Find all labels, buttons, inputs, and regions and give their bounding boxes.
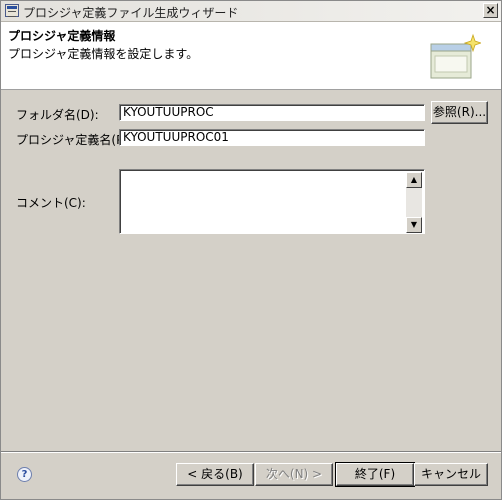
- comment-textarea[interactable]: ▲ ▼: [119, 169, 425, 234]
- page-title: プロシジャ定義情報: [8, 29, 116, 43]
- comment-scrollbar[interactable]: ▲ ▼: [406, 172, 422, 233]
- folder-name-label: フォルダ名(D):: [16, 108, 99, 122]
- app-icon: [5, 4, 19, 17]
- close-button[interactable]: ×: [483, 3, 498, 18]
- cancel-button[interactable]: キャンセル: [414, 463, 488, 486]
- window-title: プロシジャ定義ファイル生成ウィザード: [23, 6, 239, 20]
- scroll-up-arrow-icon[interactable]: ▲: [406, 172, 422, 188]
- next-button[interactable]: 次へ(N) >: [255, 463, 333, 486]
- back-button[interactable]: < 戻る(B): [176, 463, 254, 486]
- procedure-name-input[interactable]: KYOUTUUPROC01: [119, 129, 425, 146]
- scroll-down-arrow-icon[interactable]: ▼: [406, 217, 422, 233]
- browse-button[interactable]: 参照(R)...: [431, 101, 488, 124]
- wizard-header: プロシジャ定義情報 プロシジャ定義情報を設定します。: [1, 22, 501, 90]
- title-bar[interactable]: プロシジャ定義ファイル生成ウィザード ×: [1, 1, 501, 22]
- comment-label: コメント(C):: [16, 196, 86, 210]
- page-description: プロシジャ定義情報を設定します。: [8, 47, 199, 61]
- wizard-window: プロシジャ定義ファイル生成ウィザード × プロシジャ定義情報 プロシジャ定義情報…: [0, 0, 502, 500]
- procedure-name-label: プロシジャ定義名(P):: [16, 133, 133, 147]
- help-icon[interactable]: ?: [17, 467, 32, 482]
- finish-button[interactable]: 終了(F): [335, 462, 415, 487]
- footer-separator: [1, 451, 501, 453]
- folder-name-input[interactable]: KYOUTUUPROC: [119, 104, 425, 121]
- wizard-banner-icon: [430, 33, 481, 79]
